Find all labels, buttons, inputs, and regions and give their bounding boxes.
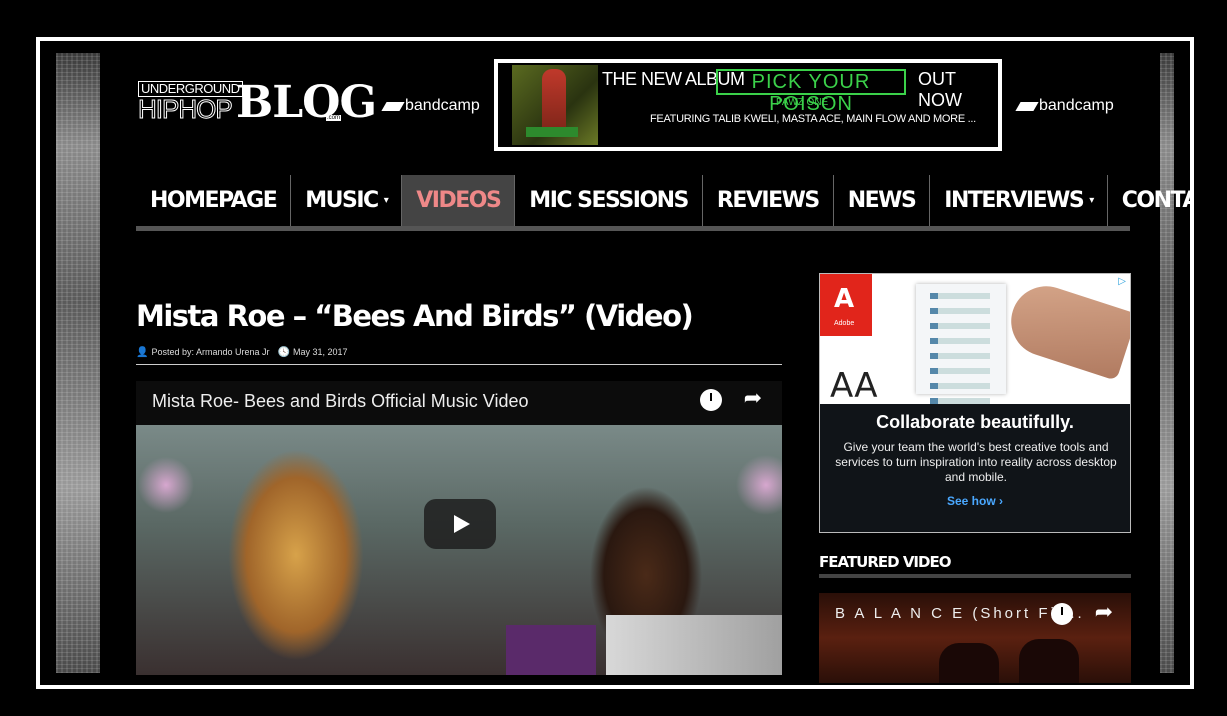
author-meta: 👤 Posted by: Armando Urena Jr <box>136 347 270 358</box>
chevron-down-icon: ▾ <box>1089 195 1094 206</box>
thumbnail-figure <box>606 615 782 675</box>
nav-label: REVIEWS <box>716 188 820 213</box>
nav-homepage[interactable]: HOMEPAGE <box>136 175 292 226</box>
ad-hand-image <box>1002 277 1130 381</box>
logo-blog-text: BLOG <box>236 77 377 128</box>
banner-suffix: OUT NOW <box>918 69 962 110</box>
nav-label: MIC SESSIONS <box>529 188 689 213</box>
featured-video-heading: FEATURED VIDEO <box>819 553 951 571</box>
chevron-down-icon: ▾ <box>383 195 389 206</box>
bandcamp-link-right[interactable]: bandcamp <box>1015 97 1114 115</box>
featured-video-player[interactable]: B A L A N C E (Short Fil... ➦ <box>819 593 1131 683</box>
post-date: May 31, 2017 <box>292 347 348 357</box>
bandcamp-icon <box>1015 101 1039 111</box>
album-banner-ad[interactable]: THE NEW ALBUM PICK YOUR POISON OUT NOW P… <box>494 59 1002 151</box>
adobe-ad[interactable]: A Adobe ▷ AA Collaborate beautifully. Gi… <box>819 273 1131 533</box>
thumbnail-figure <box>1019 639 1079 683</box>
ad-headline: Collaborate beautifully. <box>876 412 1074 432</box>
video-title[interactable]: Mista Roe- Bees and Birds Official Music… <box>152 391 529 412</box>
nav-label: MUSIC <box>305 188 379 213</box>
thumbnail-figure <box>939 643 999 683</box>
cover-tag <box>526 127 578 137</box>
date-meta: 🕓 May 31, 2017 <box>278 347 348 358</box>
play-button[interactable] <box>424 499 496 549</box>
posted-by[interactable]: Posted by: Armando Urena Jr <box>151 347 269 357</box>
adobe-logo-label: Adobe <box>834 320 855 327</box>
city-background-left <box>56 53 100 673</box>
main-nav: HOMEPAGE MUSIC ▾ VIDEOS MIC SESSIONS REVI… <box>136 175 1190 231</box>
article-meta: 👤 Posted by: Armando Urena Jr 🕓 May 31, 20… <box>136 347 348 358</box>
nav-interviews[interactable]: INTERVIEWS ▾ <box>930 175 1108 226</box>
thumbnail-figure <box>506 625 596 675</box>
site-logo[interactable]: UNDERGROUND HIPHOP BLOG .com <box>136 77 378 129</box>
logo-com-text: .com <box>326 115 342 121</box>
bandcamp-icon <box>381 101 405 111</box>
banner-album-title: PICK YOUR POISON <box>716 69 906 115</box>
watch-later-icon[interactable] <box>700 389 722 411</box>
featured-video-title[interactable]: B A L A N C E (Short Fil... <box>835 605 1085 622</box>
logo-hiphop-text: HIPHOP <box>138 94 234 124</box>
watch-later-icon[interactable] <box>1051 603 1073 625</box>
share-icon[interactable]: ➦ <box>744 385 762 411</box>
ad-device-screen <box>916 284 1006 404</box>
page-frame: UNDERGROUND HIPHOP BLOG .com bandcamp TH… <box>36 37 1194 689</box>
page-content: UNDERGROUND HIPHOP BLOG .com bandcamp TH… <box>136 41 1190 685</box>
nav-videos[interactable]: VIDEOS <box>402 175 516 226</box>
nav-label: INTERVIEWS <box>944 188 1084 213</box>
video-header: Mista Roe- Bees and Birds Official Music… <box>136 381 782 425</box>
nav-label: VIDEOS <box>416 188 502 213</box>
adobe-logo: A Adobe <box>820 274 872 336</box>
bandcamp-link-left[interactable]: bandcamp <box>381 97 480 115</box>
cover-figure <box>542 69 566 135</box>
ad-aa-text: AA <box>830 366 878 406</box>
nav-label: CONTACT US <box>1121 188 1190 213</box>
ad-cta-link[interactable]: See how › <box>820 494 1130 508</box>
bandcamp-label: bandcamp <box>1039 97 1114 114</box>
nav-label: NEWS <box>847 188 917 213</box>
adobe-logo-letter: A <box>834 284 855 314</box>
title-divider <box>136 364 782 365</box>
clock-icon: 🕓 <box>277 347 290 358</box>
article-title: Mista Roe – “Bees And Birds” (Video) <box>136 299 694 333</box>
album-cover-image <box>512 65 598 145</box>
city-background-right <box>1160 53 1174 673</box>
nav-label: HOMEPAGE <box>150 188 278 213</box>
banner-artist: PAWZ ONE <box>776 97 829 108</box>
nav-reviews[interactable]: REVIEWS <box>703 175 834 226</box>
ad-text-panel: Collaborate beautifully. Give your team … <box>820 404 1130 532</box>
featured-divider <box>819 574 1131 578</box>
adchoices-icon[interactable]: ▷ <box>1118 276 1126 287</box>
nav-music[interactable]: MUSIC ▾ <box>291 175 403 226</box>
nav-mic-sessions[interactable]: MIC SESSIONS <box>515 175 703 226</box>
nav-news[interactable]: NEWS <box>834 175 931 226</box>
user-icon: 👤 <box>136 347 149 358</box>
banner-featuring: FEATURING TALIB KWELI, MASTA ACE, MAIN F… <box>650 113 976 125</box>
ad-body: Give your team the world's best creative… <box>835 440 1117 484</box>
nav-contact-us[interactable]: CONTACT US <box>1108 175 1190 226</box>
share-icon[interactable]: ➦ <box>1095 599 1113 625</box>
youtube-video-player[interactable]: Mista Roe- Bees and Birds Official Music… <box>136 381 782 675</box>
video-thumbnail <box>136 425 782 675</box>
bandcamp-label: bandcamp <box>405 97 480 114</box>
